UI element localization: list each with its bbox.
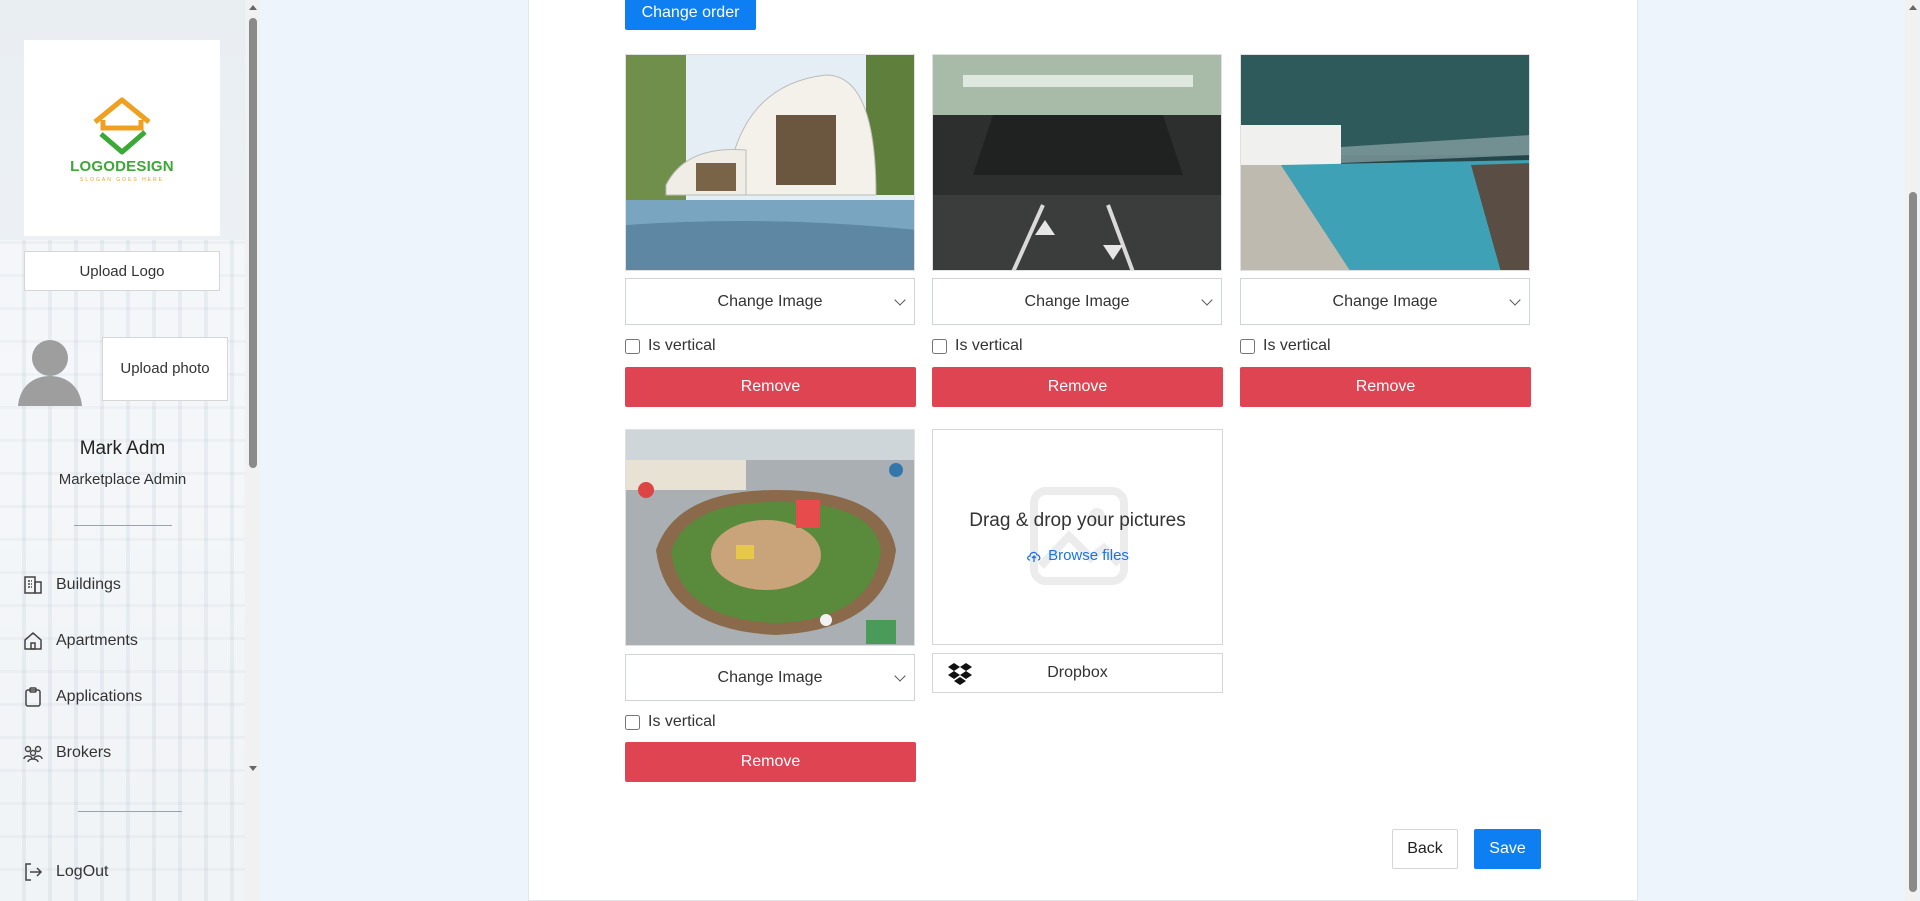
change-image-select[interactable]: Change Image	[1240, 278, 1530, 325]
is-vertical-checkbox-row[interactable]: Is vertical	[932, 337, 1023, 355]
sidebar-scrollbar[interactable]	[245, 0, 260, 901]
divider	[78, 811, 182, 812]
remove-button[interactable]: Remove	[932, 367, 1223, 407]
is-vertical-checkbox-row[interactable]: Is vertical	[625, 713, 716, 731]
scrollbar-thumb[interactable]	[249, 18, 257, 468]
image-placeholder-icon	[1030, 487, 1128, 585]
page-scrollbar[interactable]	[1905, 0, 1920, 901]
remove-button[interactable]: Remove	[625, 742, 916, 782]
image-dropzone[interactable]: Drag & drop your pictures Browse files	[932, 429, 1223, 645]
house-logo-icon	[93, 97, 151, 154]
chevron-down-icon	[894, 294, 906, 306]
sidebar: LOGODESIGN SLOGAN GOES HERE Upload Logo …	[0, 0, 260, 901]
is-vertical-checkbox[interactable]	[932, 338, 947, 354]
logout-label: LogOut	[56, 863, 109, 880]
user-role: Marketplace Admin	[58, 471, 187, 488]
sidebar-item-label: Applications	[56, 688, 143, 705]
chevron-down-icon	[1509, 294, 1521, 306]
save-button[interactable]: Save	[1474, 829, 1541, 869]
logout-icon	[25, 863, 43, 881]
dropbox-label: Dropbox	[1047, 664, 1108, 681]
is-vertical-label: Is vertical	[648, 713, 716, 730]
scroll-up-arrow[interactable]	[1909, 5, 1917, 10]
is-vertical-checkbox[interactable]	[625, 714, 640, 730]
select-value: Change Image	[717, 292, 823, 310]
gallery-image-villa	[625, 54, 915, 271]
sidebar-item-apartments[interactable]: Apartments	[22, 630, 138, 652]
remove-button[interactable]: Remove	[1240, 367, 1531, 407]
home-icon	[24, 632, 42, 650]
change-image-select[interactable]: Change Image	[625, 654, 915, 701]
upload-logo-button[interactable]: Upload Logo	[24, 251, 220, 291]
parking-photo	[933, 55, 1221, 270]
upload-photo-button[interactable]: Upload photo	[102, 337, 228, 401]
is-vertical-label: Is vertical	[1263, 337, 1331, 354]
select-value: Change Image	[1024, 292, 1130, 310]
is-vertical-label: Is vertical	[648, 337, 716, 354]
gallery-image-courtyard	[625, 429, 915, 646]
change-order-button[interactable]: Change order	[625, 0, 756, 30]
is-vertical-checkbox[interactable]	[1240, 338, 1255, 354]
change-image-select[interactable]: Change Image	[932, 278, 1222, 325]
scrollbar-thumb[interactable]	[1909, 192, 1917, 892]
gallery-image-pool	[1240, 54, 1530, 271]
user-name: Mark Adm	[79, 438, 166, 459]
scroll-up-arrow[interactable]	[249, 5, 257, 10]
dropbox-icon	[948, 663, 972, 685]
is-vertical-checkbox[interactable]	[625, 338, 640, 354]
change-image-select[interactable]: Change Image	[625, 278, 915, 325]
logo-text: LOGODESIGN	[70, 157, 174, 175]
logout-button[interactable]: LogOut	[22, 861, 108, 883]
villa-photo	[626, 55, 914, 270]
sidebar-item-brokers[interactable]: Brokers	[22, 742, 111, 764]
scroll-down-arrow[interactable]	[249, 766, 257, 771]
pool-photo	[1241, 55, 1529, 270]
is-vertical-checkbox-row[interactable]: Is vertical	[1240, 337, 1331, 355]
chevron-down-icon	[894, 670, 906, 682]
gallery-image-parking	[932, 54, 1222, 271]
select-value: Change Image	[1332, 292, 1438, 310]
clipboard-icon	[25, 687, 41, 707]
back-button[interactable]: Back	[1392, 829, 1458, 869]
sidebar-item-label: Buildings	[56, 576, 121, 593]
logo-slogan: SLOGAN GOES HERE	[80, 176, 164, 183]
is-vertical-label: Is vertical	[955, 337, 1023, 354]
building-icon	[24, 576, 42, 594]
divider	[74, 525, 172, 526]
courtyard-photo	[626, 430, 914, 645]
is-vertical-checkbox-row[interactable]: Is vertical	[625, 337, 716, 355]
cloud-upload-icon	[1027, 551, 1041, 562]
sidebar-item-buildings[interactable]: Buildings	[22, 574, 121, 596]
sidebar-item-label: Apartments	[56, 632, 138, 649]
people-icon	[23, 745, 43, 763]
company-logo: LOGODESIGN SLOGAN GOES HERE	[24, 40, 220, 236]
remove-button[interactable]: Remove	[625, 367, 916, 407]
chevron-down-icon	[1201, 294, 1213, 306]
browse-files-label: Browse files	[1048, 547, 1129, 564]
select-value: Change Image	[717, 668, 823, 686]
sidebar-item-applications[interactable]: Applications	[22, 686, 142, 708]
dropzone-title: Drag & drop your pictures	[969, 510, 1186, 531]
browse-files-link[interactable]: Browse files	[933, 547, 1222, 564]
sidebar-item-label: Brokers	[56, 744, 112, 761]
dropbox-button[interactable]: Dropbox	[932, 653, 1223, 693]
avatar	[18, 340, 82, 406]
